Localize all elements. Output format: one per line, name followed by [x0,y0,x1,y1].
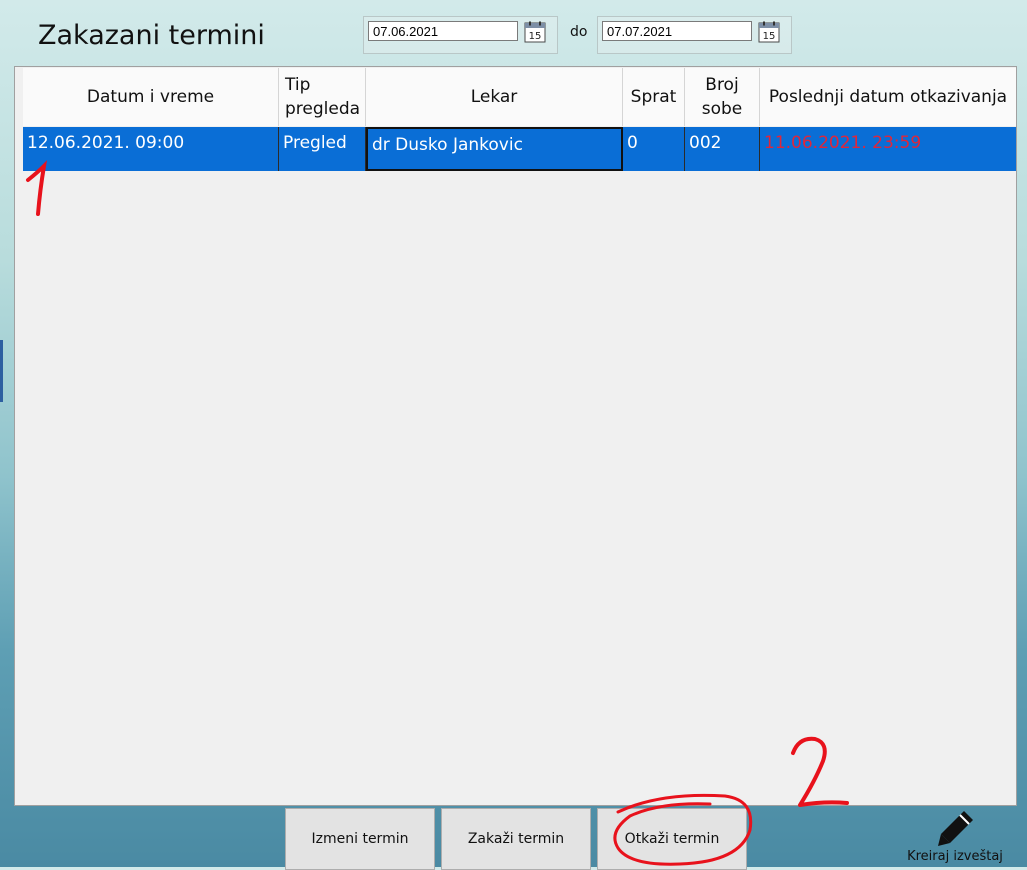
svg-text:15: 15 [763,31,776,42]
column-header-label: Datum i vreme [86,87,215,107]
page-title: Zakazani termini [38,20,265,51]
window-edge-marker [0,340,3,402]
column-header-label: Broj sobe [701,75,743,119]
cell-tip[interactable]: Pregled [279,127,366,171]
date-separator-label: do [570,24,588,40]
column-header-label: Sprat [630,87,677,107]
column-header-soba[interactable]: Broj sobe [685,68,760,126]
calendar-icon[interactable]: 15 [758,21,780,43]
otkazi-termin-button[interactable]: Otkaži termin [597,808,747,870]
column-header-label: Lekar [470,87,518,107]
column-header-lekar[interactable]: Lekar [366,68,623,126]
column-header-otkaz[interactable]: Poslednji datum otkazivanja [760,68,1016,126]
cell-soba[interactable]: 002 [685,127,760,171]
kreiraj-izvestaj-label: Kreiraj izveštaj [907,849,1003,864]
kreiraj-izvestaj-button[interactable]: Kreiraj izveštaj [905,808,1005,867]
cell-otkaz[interactable]: 11.06.2021. 23:59 [760,127,1016,171]
appointments-table[interactable]: Datum i vreme Tip pregleda Lekar Sprat Br… [14,66,1017,806]
date-from-picker: 15 [363,16,558,54]
table-row[interactable]: 12.06.2021. 09:00 Pregled dr Dusko Janko… [23,127,1016,171]
column-header-datum[interactable]: Datum i vreme [23,68,279,126]
zakazi-termin-button[interactable]: Zakaži termin [441,808,591,870]
calendar-icon[interactable]: 15 [524,21,546,43]
pencil-icon [938,811,973,846]
column-header-label: Tip pregleda [285,75,361,119]
cell-datum[interactable]: 12.06.2021. 09:00 [23,127,279,171]
column-header-label: Poslednji datum otkazivanja [768,87,1008,107]
column-header-sprat[interactable]: Sprat [623,68,685,126]
cell-lekar[interactable]: dr Dusko Jankovic [366,127,623,171]
date-from-input[interactable] [368,21,518,41]
svg-text:15: 15 [529,31,542,42]
date-to-picker: 15 [597,16,792,54]
cell-sprat[interactable]: 0 [623,127,685,171]
table-header: Datum i vreme Tip pregleda Lekar Sprat Br… [23,68,1016,126]
column-header-tip[interactable]: Tip pregleda [279,68,366,126]
izmeni-termin-button[interactable]: Izmeni termin [285,808,435,870]
date-to-input[interactable] [602,21,752,41]
